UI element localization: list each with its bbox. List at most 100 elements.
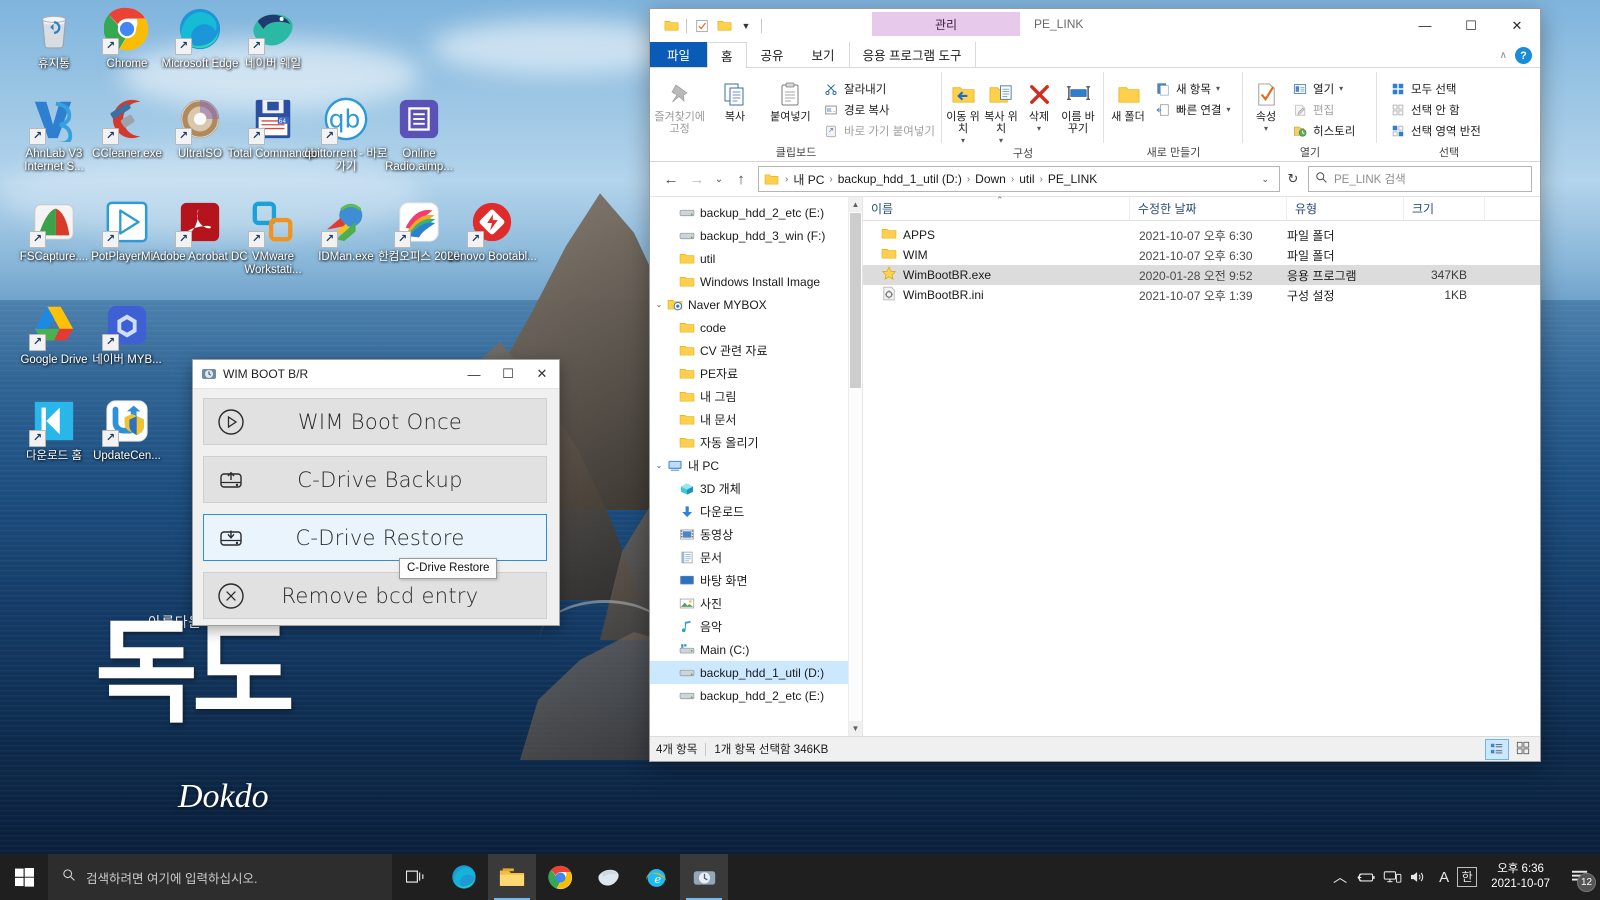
desktop-icon-aimp-playlist[interactable]: Online Radio.aimp... xyxy=(371,96,467,174)
column-headers[interactable]: 이름 ⌃ 수정한 날짜 유형 크기 xyxy=(863,195,1540,221)
nav-tree-item[interactable]: 사진 xyxy=(650,592,850,615)
nav-tree-item[interactable]: 내 그림 xyxy=(650,385,850,408)
nav-tree-item[interactable]: 동영상 xyxy=(650,523,850,546)
file-row[interactable]: WimBootBR.exe 2020-01-28 오전 9:52 응용 프로그램 34… xyxy=(863,265,1540,285)
nav-tree-item[interactable]: backup_hdd_2_etc (E:) xyxy=(650,201,850,224)
chevron-up-icon[interactable]: ∧ xyxy=(1500,50,1507,61)
copy-path-button[interactable]: W... 경로 복사 xyxy=(818,99,940,120)
address-bar[interactable]: ← → ⌄ ↑ › 내 PC › backup_hdd_1_util (D:) … xyxy=(650,162,1540,197)
large-icons-view-icon[interactable] xyxy=(1512,739,1534,758)
nav-tree-item[interactable]: backup_hdd_2_etc (E:) xyxy=(650,684,850,707)
chevron-down-icon[interactable]: ▾ xyxy=(1227,105,1231,114)
breadcrumb-item-0[interactable]: 내 PC xyxy=(791,171,826,188)
remove-bcd-entry-button[interactable]: Remove bcd entry xyxy=(203,572,547,619)
c-drive-backup-button[interactable]: C-Drive Backup xyxy=(203,456,547,503)
desktop-icon-naver-mybox[interactable]: 네이버 MYB... xyxy=(79,302,175,367)
file-row[interactable]: WIM 2021-10-07 오후 6:30 파일 폴더 xyxy=(863,245,1540,265)
file-row[interactable]: APPS 2021-10-07 오후 6:30 파일 폴더 xyxy=(863,225,1540,245)
tab-share[interactable]: 공유 xyxy=(747,42,798,67)
tab-home[interactable]: 홈 xyxy=(707,42,747,68)
column-header[interactable]: 수정한 날짜 xyxy=(1130,197,1287,220)
taskbar-item-internet-explorer[interactable]: e xyxy=(632,854,680,900)
chevron-down-icon[interactable]: ▾ xyxy=(961,135,965,147)
refresh-button[interactable]: ↻ xyxy=(1280,167,1306,191)
action-center-button[interactable]: 12 xyxy=(1560,854,1600,900)
breadcrumb-item-2[interactable]: Down xyxy=(973,172,1008,186)
chevron-down-icon[interactable]: ▾ xyxy=(999,135,1003,147)
volume-icon[interactable] xyxy=(1405,854,1431,900)
taskbar-search[interactable]: 검색하려면 여기에 입력하십시오. xyxy=(48,854,392,900)
nav-tree-item[interactable]: backup_hdd_3_win (F:) xyxy=(650,224,850,247)
taskbar-item-file-explorer[interactable] xyxy=(488,854,536,900)
wim-boot-once-button[interactable]: WIM Boot Once xyxy=(203,398,547,445)
nav-tree-item[interactable]: 자동 올리기 xyxy=(650,431,850,454)
explorer-close-button[interactable]: ✕ xyxy=(1494,9,1540,42)
desktop-icon-whale[interactable]: 네이버 웨일 xyxy=(225,6,321,71)
scroll-up-arrow[interactable]: ▲ xyxy=(849,197,862,212)
explorer-titlebar[interactable]: ▼ 관리 PE_LINK — ☐ ✕ xyxy=(650,9,1540,42)
nav-tree-item[interactable]: 내 문서 xyxy=(650,408,850,431)
nav-tree-item[interactable]: 3D 개체 xyxy=(650,477,850,500)
ribbon-body[interactable]: 즐겨찾기에 고정 복사 붙여넣기 잘라내기 W... 경로 복사 바로 가기 붙… xyxy=(650,68,1540,162)
folder-icon[interactable] xyxy=(660,15,682,37)
nav-tree-item[interactable]: PE자료 xyxy=(650,362,850,385)
open-button[interactable]: 열기 ▾ xyxy=(1287,78,1360,99)
file-explorer-window[interactable]: ▼ 관리 PE_LINK — ☐ ✕ 파일 홈 공유 보기 응용 프로그램 도구… xyxy=(649,8,1541,762)
explorer-maximize-button[interactable]: ☐ xyxy=(1448,9,1494,42)
column-header[interactable]: 이름 ⌃ xyxy=(863,195,1130,220)
search-input[interactable]: PE_LINK 검색 xyxy=(1334,171,1406,187)
tab-application-tools[interactable]: 응용 프로그램 도구 xyxy=(848,42,976,67)
file-list[interactable]: APPS 2021-10-07 오후 6:30 파일 폴더 WIM 2021-10-07… xyxy=(863,221,1540,736)
file-list-pane[interactable]: 이름 ⌃ 수정한 날짜 유형 크기 APPS 2021-10-07 오후 6:30 파일 폴… xyxy=(863,195,1540,736)
font-A-icon[interactable]: A xyxy=(1431,854,1457,900)
new-folder-icon[interactable] xyxy=(713,15,735,37)
properties-button[interactable]: 속성 ▾ xyxy=(1245,73,1287,135)
navigation-pane[interactable]: backup_hdd_2_etc (E:) backup_hdd_3_win (F… xyxy=(650,197,863,736)
desktop-icon-update-center[interactable]: UpdateCen... xyxy=(79,398,175,463)
paste-button[interactable]: 붙여넣기 xyxy=(763,73,818,123)
taskbar-item-wim-boot-br[interactable] xyxy=(680,854,728,900)
start-button[interactable] xyxy=(0,854,48,900)
taskbar-item-naver-whale[interactable] xyxy=(584,854,632,900)
quick-access-toolbar[interactable]: ▼ xyxy=(650,9,766,42)
pin-to-quick-access-button[interactable]: 즐겨찾기에 고정 xyxy=(652,73,707,135)
customize-caret-icon[interactable]: ▼ xyxy=(735,15,757,37)
battery-icon[interactable] xyxy=(1353,854,1379,900)
navigation-scrollbar[interactable]: ▲ ▼ xyxy=(848,197,862,736)
edit-button[interactable]: 편집 xyxy=(1287,99,1360,120)
nav-tree-item[interactable]: ⌄ 내 PC xyxy=(650,454,850,477)
nav-tree-item[interactable]: 다운로드 xyxy=(650,500,850,523)
new-item-button[interactable]: 새 항목 ▾ xyxy=(1150,78,1236,99)
task-view-button[interactable] xyxy=(392,854,440,900)
ribbon-help-area[interactable]: ∧ ? xyxy=(1500,47,1532,64)
chevron-down-icon[interactable]: ▾ xyxy=(1037,123,1041,135)
taskbar-item-edge[interactable] xyxy=(440,854,488,900)
chevron-down-icon[interactable]: ▾ xyxy=(1264,123,1268,135)
help-icon[interactable]: ? xyxy=(1515,47,1532,64)
wim-dialog-titlebar[interactable]: WIM BOOT B/R — ☐ ✕ xyxy=(193,360,559,389)
tab-file[interactable]: 파일 xyxy=(650,42,708,67)
column-header[interactable]: 유형 xyxy=(1287,197,1404,220)
back-button[interactable]: ← xyxy=(658,166,684,192)
ribbon-tabs[interactable]: 파일 홈 공유 보기 응용 프로그램 도구 ∧ ? xyxy=(650,42,1540,68)
taskbar-search-input[interactable]: 검색하려면 여기에 입력하십시오. xyxy=(86,868,257,887)
easy-access-button[interactable]: 빠른 연결 ▾ xyxy=(1150,99,1236,120)
scrollbar-thumb[interactable] xyxy=(850,213,861,388)
scroll-down-arrow[interactable]: ▼ xyxy=(849,721,862,736)
copy-button[interactable]: 복사 xyxy=(707,73,762,123)
history-button[interactable]: 히스토리 xyxy=(1287,120,1360,141)
nav-tree-item[interactable]: 음악 xyxy=(650,615,850,638)
nav-tree-item[interactable]: code xyxy=(650,316,850,339)
breadcrumb-item-4[interactable]: PE_LINK xyxy=(1046,172,1099,186)
wim-dialog-close-button[interactable]: ✕ xyxy=(525,360,559,388)
tab-view[interactable]: 보기 xyxy=(798,42,849,67)
breadcrumb-dropdown-icon[interactable]: ⌄ xyxy=(1253,174,1277,185)
wim-dialog-minimize-button[interactable]: — xyxy=(457,360,491,388)
move-to-button[interactable]: 이동 위치 ▾ xyxy=(944,73,982,147)
details-view-icon[interactable] xyxy=(1485,738,1509,760)
view-buttons[interactable] xyxy=(1485,738,1534,760)
properties-icon[interactable] xyxy=(691,15,713,37)
chevron-down-icon[interactable]: ▾ xyxy=(1339,84,1343,93)
system-tray[interactable]: ︿ A 한 xyxy=(1327,854,1481,900)
copy-to-button[interactable]: 복사 위치 ▾ xyxy=(982,73,1020,147)
